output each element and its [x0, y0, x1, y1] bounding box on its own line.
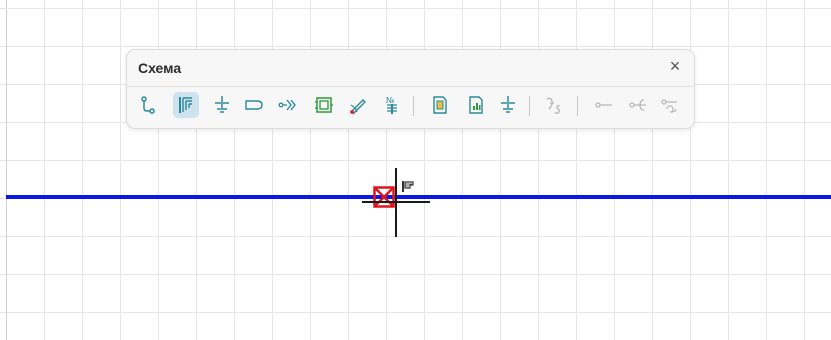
arrow-signal-icon — [278, 99, 296, 111]
canvas-left-border — [6, 0, 7, 340]
connector-icon — [141, 96, 155, 114]
svg-text:№: № — [386, 96, 395, 105]
terminal-icon — [245, 100, 263, 110]
terminal-tool-button[interactable] — [241, 92, 267, 118]
connector-tool-button[interactable] — [135, 92, 161, 118]
pencil-wire-tool-button[interactable] — [345, 92, 371, 118]
ground-icon — [215, 96, 229, 113]
close-button[interactable]: × — [666, 57, 684, 75]
cursor-bus-icon — [402, 181, 414, 192]
panel-title: Схема — [138, 60, 182, 76]
document-icon — [433, 96, 447, 114]
pencil-wire-icon — [350, 99, 366, 115]
panel-divider — [127, 86, 694, 87]
document-tool-button[interactable] — [427, 92, 453, 118]
toolbar-separator — [413, 96, 414, 116]
signature-icon — [546, 97, 561, 114]
ground-tool-button[interactable] — [209, 92, 235, 118]
contact-branch-icon — [629, 99, 646, 111]
contact-open-icon — [595, 102, 612, 108]
ground-alt-tool-button[interactable] — [495, 92, 521, 118]
numbered-bus-icon: № — [386, 96, 397, 114]
toolbar-separator — [529, 96, 530, 116]
module-tool-button[interactable] — [311, 92, 337, 118]
tool-row: № — [133, 90, 693, 122]
blue-wire-line[interactable] — [6, 195, 831, 199]
toolbar-separator — [577, 96, 578, 116]
arrow-signal-tool-button[interactable] — [275, 92, 301, 118]
module-icon — [315, 97, 333, 113]
crosshair-vertical — [395, 168, 397, 237]
contact-loop-tool-button[interactable] — [657, 92, 683, 118]
crosshair-horizontal — [362, 201, 430, 203]
bus-icon — [179, 97, 192, 113]
report-icon — [469, 96, 483, 114]
contact-loop-icon — [661, 99, 677, 113]
ground-alt-icon — [501, 96, 515, 113]
schema-toolbar-panel: Схема × № — [126, 49, 695, 129]
red-cross-marker-icon[interactable] — [373, 186, 395, 208]
signature-tool-button[interactable] — [541, 92, 567, 118]
numbered-bus-tool-button[interactable]: № — [379, 92, 405, 118]
canvas-top-border — [6, 8, 831, 9]
contact-branch-tool-button[interactable] — [625, 92, 651, 118]
report-tool-button[interactable] — [463, 92, 489, 118]
contact-open-tool-button[interactable] — [591, 92, 617, 118]
bus-tool-button[interactable] — [173, 92, 199, 118]
